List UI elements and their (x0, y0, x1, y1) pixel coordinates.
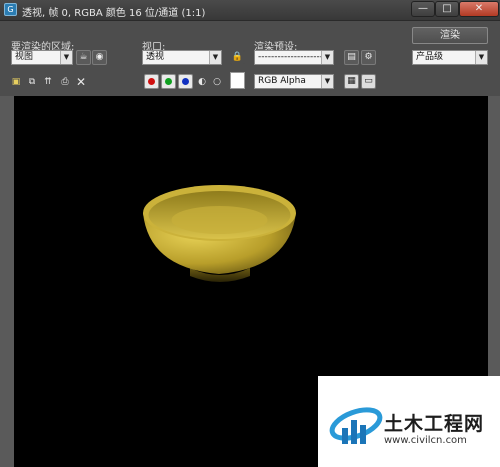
preset-settings-icon[interactable]: ⚙ (361, 50, 376, 65)
watermark-logo-icon (329, 407, 383, 444)
area-select[interactable]: 视图 ▼ (11, 50, 73, 65)
color-swatch[interactable] (230, 72, 245, 89)
quality-select[interactable]: 产品级 ▼ (412, 50, 488, 65)
quality-select-value: 产品级 (416, 52, 444, 62)
app-icon: G (4, 3, 17, 16)
preset-save-icon[interactable]: ▤ (344, 50, 359, 65)
watermark-url: www.civilcn.com (384, 435, 467, 446)
preset-select[interactable]: ----------------------- ▼ (254, 50, 334, 65)
area-select-value: 视图 (15, 52, 34, 62)
region-icon[interactable]: ◉ (92, 50, 107, 65)
mono-toggle-icon[interactable]: ◐ (196, 76, 208, 88)
close-button[interactable]: ✕ (459, 1, 499, 17)
bowl-shape (143, 185, 296, 282)
chevron-down-icon: ▼ (475, 51, 487, 64)
teapot-icon[interactable]: ☕ (76, 50, 91, 65)
minimize-button[interactable]: — (411, 1, 435, 17)
lock-icon[interactable]: 🔒 (230, 50, 245, 65)
viewport-select[interactable]: 透视 ▼ (142, 50, 222, 65)
red-channel-button[interactable] (144, 74, 159, 89)
clone-window-icon[interactable]: ⇈ (42, 76, 54, 88)
watermark-text: 土木工程网 (384, 413, 485, 435)
left-border (0, 96, 14, 467)
save-image-icon[interactable]: ▣ (10, 76, 22, 88)
blue-channel-button[interactable] (178, 74, 193, 89)
copy-image-icon[interactable]: ⧉ (26, 76, 38, 88)
chevron-down-icon: ▼ (321, 51, 333, 64)
alpha-toggle-icon[interactable]: ○ (211, 76, 223, 88)
window-title: 透视, 帧 0, RGBA 颜色 16 位/通道 (1:1) (22, 8, 206, 19)
channel-select[interactable]: RGB Alpha ▼ (254, 74, 334, 89)
green-channel-button[interactable] (161, 74, 176, 89)
viewport-select-value: 透视 (146, 52, 165, 62)
green-dot-icon (165, 78, 172, 85)
frame-buffer-icon[interactable]: ▭ (361, 74, 376, 89)
title-bar: G 透视, 帧 0, RGBA 颜色 16 位/通道 (1:1) — □ ✕ (0, 0, 500, 21)
print-icon[interactable]: ⎙ (59, 76, 71, 88)
red-dot-icon (148, 78, 155, 85)
chevron-down-icon: ▼ (60, 51, 72, 64)
blue-dot-icon (182, 78, 189, 85)
channel-select-value: RGB Alpha (258, 76, 306, 86)
maximize-button[interactable]: □ (435, 1, 459, 17)
clear-icon[interactable]: ✕ (75, 76, 87, 88)
render-button[interactable]: 渲染 (412, 27, 488, 44)
chevron-down-icon: ▼ (321, 75, 333, 88)
chevron-down-icon: ▼ (209, 51, 221, 64)
display-toggle-icon[interactable]: ▦ (344, 74, 359, 89)
